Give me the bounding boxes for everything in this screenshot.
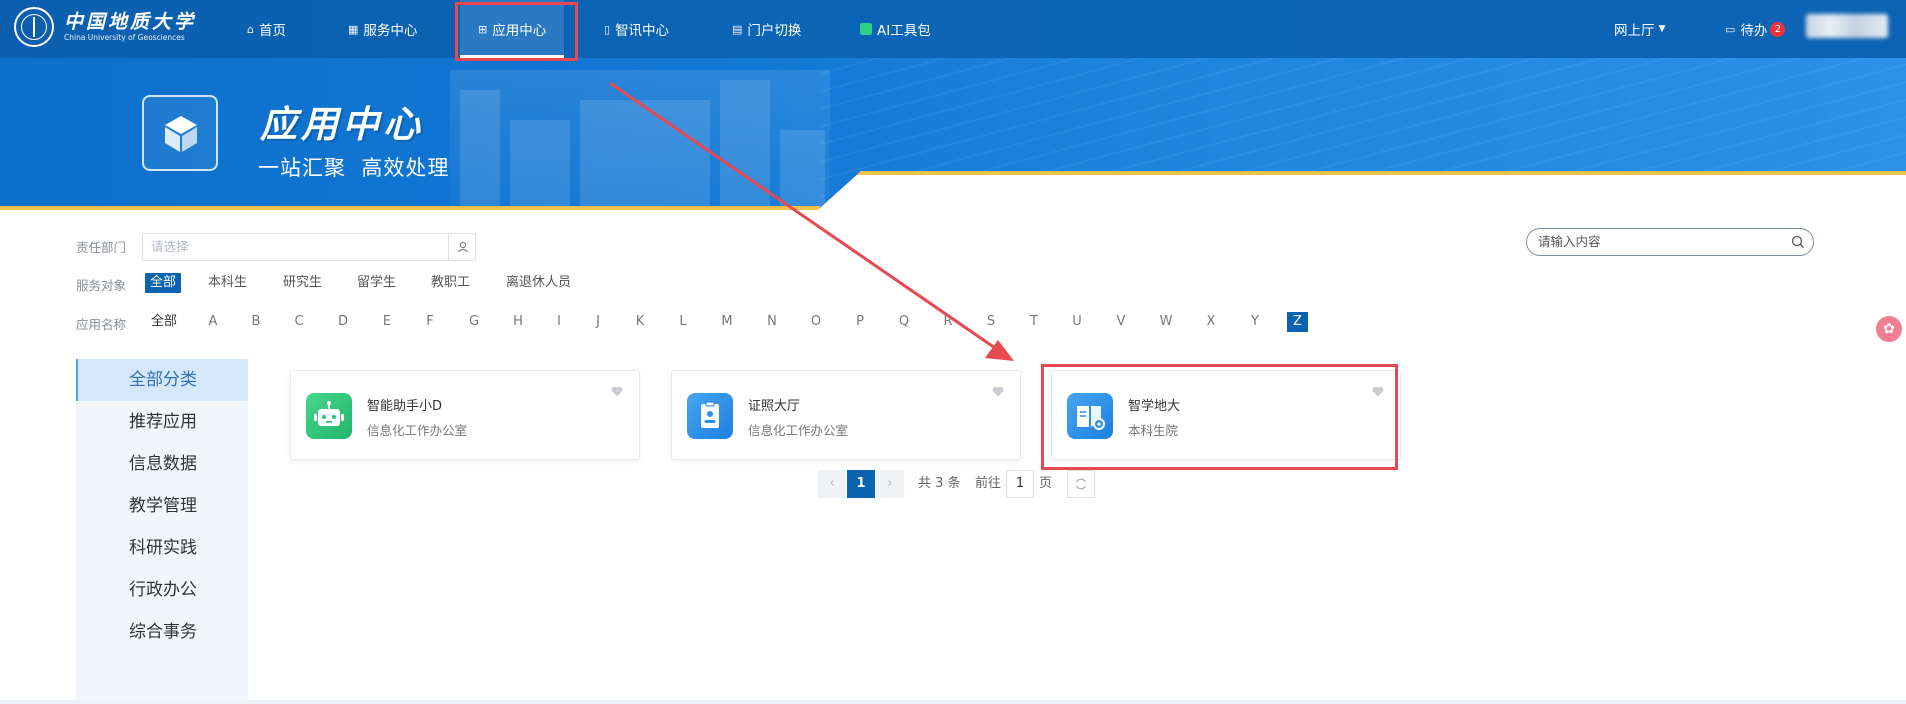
letter-filter-o[interactable]: O <box>807 312 825 332</box>
category-recommended[interactable]: 推荐应用 <box>76 401 248 443</box>
id-card-icon <box>687 393 733 439</box>
letter-filter-u[interactable]: U <box>1068 312 1086 332</box>
department-label: 责任部门 <box>76 240 127 255</box>
todo-count-badge: 2 <box>1770 21 1786 37</box>
letter-filter-p[interactable]: P <box>851 312 869 332</box>
audience-option-undergrad[interactable]: 本科生 <box>208 273 247 293</box>
refresh-button[interactable] <box>1067 470 1095 498</box>
letter-filter-k[interactable]: K <box>631 312 649 332</box>
letter-filter-w[interactable]: W <box>1157 312 1175 332</box>
ai-icon <box>860 23 872 35</box>
audience-option-retired[interactable]: 离退休人员 <box>506 273 571 293</box>
chevron-right-icon: › <box>887 476 893 491</box>
annotation-highlight-nav <box>455 2 578 61</box>
letter-filter-g[interactable]: G <box>465 312 483 332</box>
app-name: 智能助手小D <box>367 399 443 414</box>
category-info-data[interactable]: 信息数据 <box>76 443 248 485</box>
letter-filter-f[interactable]: F <box>421 312 439 332</box>
app-search-input[interactable]: 请输入内容 <box>1526 228 1814 256</box>
app-department: 信息化工作办公室 <box>748 423 849 438</box>
audience-option-all[interactable]: 全部 <box>145 273 182 293</box>
audience-label: 服务对象 <box>76 278 127 293</box>
category-general[interactable]: 综合事务 <box>76 611 248 653</box>
audience-option-international[interactable]: 留学生 <box>357 273 396 293</box>
prev-page-button[interactable]: ‹ <box>818 470 846 498</box>
category-teaching[interactable]: 教学管理 <box>76 485 248 527</box>
department-select[interactable]: 请选择 <box>142 233 476 261</box>
switch-icon: ▤ <box>732 22 743 36</box>
category-sidebar: 全部分类 推荐应用 信息数据 教学管理 科研实践 行政办公 综合事务 <box>76 359 248 704</box>
page-number-current[interactable]: 1 <box>847 470 875 498</box>
letter-filter-s[interactable]: S <box>982 312 1000 332</box>
app-department: 信息化工作办公室 <box>367 423 468 438</box>
chevron-left-icon: ‹ <box>829 476 835 491</box>
letter-filter-i[interactable]: I <box>550 312 568 332</box>
favorite-heart-icon[interactable] <box>992 382 1004 401</box>
logo-chinese-name: 中国地质大学 <box>64 11 197 33</box>
letter-filter-r[interactable]: R <box>939 312 957 332</box>
letter-filter-l[interactable]: L <box>674 312 692 332</box>
next-page-button[interactable]: › <box>876 470 904 498</box>
letter-filter-t[interactable]: T <box>1025 312 1043 332</box>
letter-filter-d[interactable]: D <box>334 312 352 332</box>
category-admin[interactable]: 行政办公 <box>76 569 248 611</box>
letter-filter-n[interactable]: N <box>763 312 781 332</box>
app-name-label: 应用名称 <box>76 317 127 332</box>
home-icon: ⌂ <box>247 22 254 36</box>
letter-filter-b[interactable]: B <box>247 312 265 332</box>
todo-button[interactable]: ▭ 待办 2 <box>1725 0 1786 58</box>
page-suffix: 页 <box>1039 476 1053 491</box>
nav-ai-toolkit[interactable]: AI工具包 <box>860 0 931 58</box>
letter-filter-y[interactable]: Y <box>1246 312 1264 332</box>
letter-filter-c[interactable]: C <box>290 312 308 332</box>
letter-filter-h[interactable]: H <box>509 312 527 332</box>
category-all[interactable]: 全部分类 <box>76 359 248 401</box>
robot-icon <box>306 393 352 439</box>
banner-subtitle: 一站汇聚 高效处理 <box>258 156 450 180</box>
app-card[interactable]: 证照大厅 信息化工作办公室 <box>671 370 1021 460</box>
university-logo[interactable]: 中国地质大学 China University of Geosciences <box>14 7 196 47</box>
nav-home[interactable]: ⌂ 首页 <box>247 0 286 58</box>
letter-filter-all[interactable]: 全部 <box>151 312 177 332</box>
caret-down-icon: ▼ <box>1658 24 1666 34</box>
document-icon: ▯ <box>604 22 611 36</box>
logo-english-name: China University of Geosciences <box>64 33 185 42</box>
nav-news-center[interactable]: ▯ 智讯中心 <box>604 0 669 58</box>
annotation-highlight-card <box>1041 364 1398 470</box>
user-icon <box>457 241 468 253</box>
app-name: 证照大厅 <box>748 399 801 414</box>
letter-filter-m[interactable]: M <box>718 312 736 332</box>
favorite-heart-icon[interactable] <box>611 382 623 401</box>
top-navigation-bar: 中国地质大学 China University of Geosciences ⌂… <box>0 0 1906 58</box>
search-icon[interactable] <box>1791 229 1805 264</box>
portal-menu-dropdown[interactable]: 网上厅 ▼ <box>1614 0 1665 58</box>
total-count: 共 3 条 <box>918 476 961 491</box>
goto-page-input[interactable]: 1 <box>1006 470 1034 498</box>
letter-filter-v[interactable]: V <box>1112 312 1130 332</box>
university-seal-icon <box>14 7 54 47</box>
letter-filter-q[interactable]: Q <box>895 312 913 332</box>
audience-option-graduate[interactable]: 研究生 <box>283 273 322 293</box>
letter-filter-j[interactable]: J <box>589 312 607 332</box>
department-picker-button[interactable] <box>448 233 476 261</box>
app-card[interactable]: 智能助手小D 信息化工作办公室 <box>290 370 640 460</box>
audience-option-staff[interactable]: 教职工 <box>431 273 470 293</box>
category-research[interactable]: 科研实践 <box>76 527 248 569</box>
campus-building-illustration <box>450 70 830 210</box>
goto-label: 前往 <box>975 476 1002 491</box>
grid-icon: ▦ <box>348 22 359 36</box>
translate-float-icon[interactable]: ✿ <box>1876 316 1902 342</box>
cube-icon <box>142 95 218 171</box>
letter-filter-x[interactable]: X <box>1202 312 1220 332</box>
app-center-banner: 应用中心 一站汇聚 高效处理 <box>0 58 1906 210</box>
refresh-icon <box>1075 478 1087 490</box>
letter-filter-z[interactable]: Z <box>1287 312 1308 332</box>
nav-portal-switch[interactable]: ▤ 门户切换 <box>732 0 801 58</box>
letter-filter-e[interactable]: E <box>378 312 396 332</box>
clipboard-icon: ▭ <box>1725 22 1736 36</box>
user-avatar[interactable] <box>1806 14 1888 38</box>
nav-service-center[interactable]: ▦ 服务中心 <box>348 0 417 58</box>
banner-title: 应用中心 <box>260 102 424 146</box>
letter-filter-a[interactable]: A <box>204 312 222 332</box>
